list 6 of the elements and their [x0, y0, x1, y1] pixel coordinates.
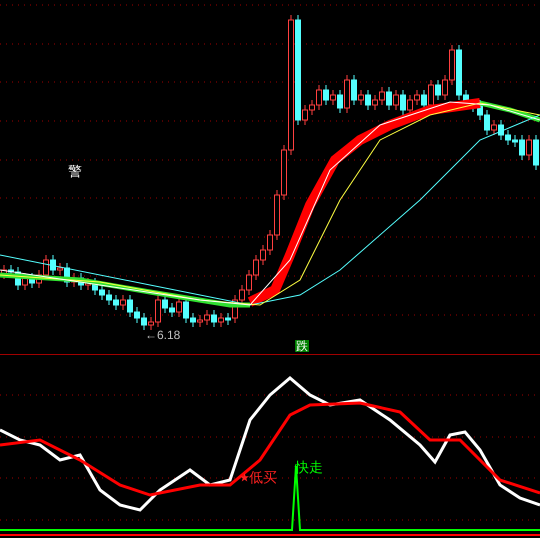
- alert-label: 警: [68, 164, 82, 178]
- star-icon: [240, 473, 249, 482]
- sell-signal-label: 快走: [295, 460, 323, 474]
- buy-signal-label: 低买: [249, 470, 277, 484]
- signal-badge: 跌: [295, 340, 309, 352]
- price-low-marker: ←6.18: [145, 329, 180, 341]
